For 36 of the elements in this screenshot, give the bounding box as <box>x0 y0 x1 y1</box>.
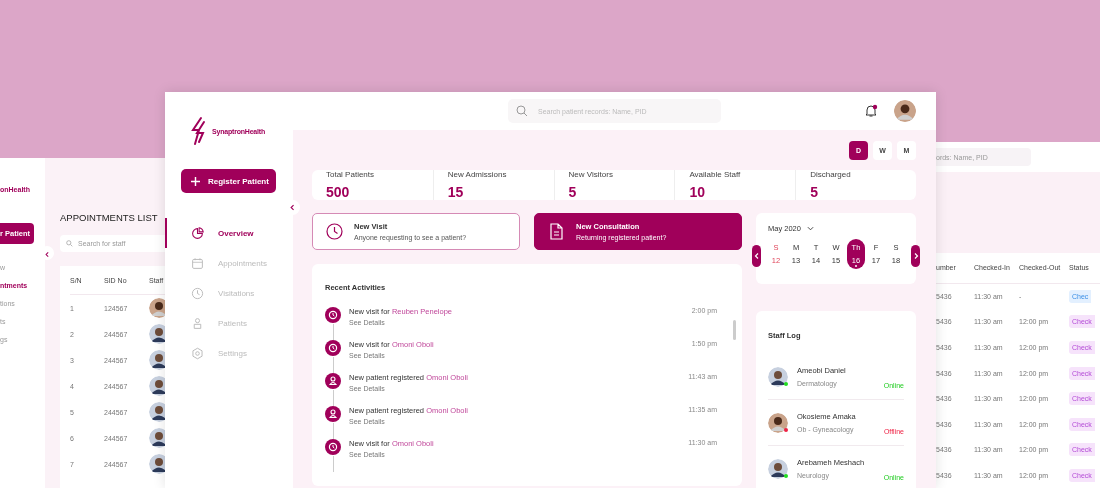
clock-icon <box>325 307 341 323</box>
settings-icon <box>191 346 204 360</box>
clock-icon <box>326 223 343 240</box>
stat-value: 500 <box>326 184 351 200</box>
clock-icon <box>191 286 204 300</box>
page-title: APPOINTMENTS LIST <box>60 212 159 223</box>
stat-label: Total Patients <box>326 170 376 179</box>
stat-label: Discharged <box>810 170 852 179</box>
chevron-icon <box>289 204 296 211</box>
person-icon <box>325 406 341 422</box>
next-button[interactable] <box>911 245 920 267</box>
caret-icon[interactable] <box>806 225 814 232</box>
notification-icon[interactable] <box>864 104 878 118</box>
calendar-icon <box>191 256 204 270</box>
stat-value: 15 <box>447 184 465 200</box>
chevron-icon <box>43 251 51 258</box>
stat-value: 5 <box>568 184 578 200</box>
pie-chart-icon <box>191 226 204 240</box>
person-icon <box>191 316 204 330</box>
stat-value: 5 <box>810 184 819 200</box>
person-icon <box>325 373 341 389</box>
search-icon <box>66 240 73 247</box>
clock-icon <box>325 439 341 455</box>
document-icon <box>548 223 565 240</box>
previous-button[interactable] <box>752 245 761 267</box>
register-button[interactable]: Register Patient <box>181 169 276 193</box>
chevron-icon <box>912 253 919 259</box>
search-icon <box>516 105 528 117</box>
scrollbar[interactable] <box>733 320 736 340</box>
stat-label: New Visitors <box>568 170 614 179</box>
stat-label: Available Staff <box>689 170 742 179</box>
clock-icon <box>325 340 341 356</box>
stat-label: New Admissions <box>447 170 508 179</box>
plus-icon <box>191 176 200 186</box>
chevron-icon <box>753 253 760 259</box>
stat-value: 10 <box>689 184 706 200</box>
